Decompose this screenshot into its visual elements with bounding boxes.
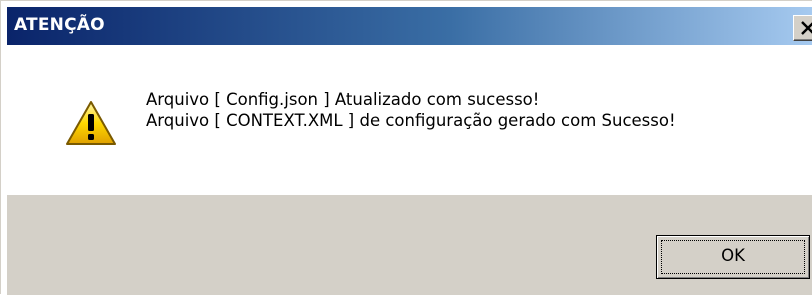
message-text: Arquivo [ Config.json ] Atualizado com s… [146, 89, 676, 131]
ok-button-label: OK [721, 246, 745, 265]
button-bar: OK [7, 195, 812, 295]
ok-button[interactable]: OK [656, 235, 810, 279]
message-line-2: Arquivo [ CONTEXT.XML ] de configuração … [146, 111, 676, 130]
close-icon [801, 21, 812, 35]
message-area: Arquivo [ Config.json ] Atualizado com s… [7, 45, 812, 195]
warning-icon [66, 101, 116, 145]
alert-dialog: ATENÇÃO Arquivo [ Config.json ] Atualiza… [0, 0, 812, 295]
close-button[interactable] [793, 15, 812, 41]
title-bar[interactable]: ATENÇÃO [7, 7, 812, 45]
message-line-1: Arquivo [ Config.json ] Atualizado com s… [146, 90, 540, 109]
window-title: ATENÇÃO [14, 15, 105, 35]
